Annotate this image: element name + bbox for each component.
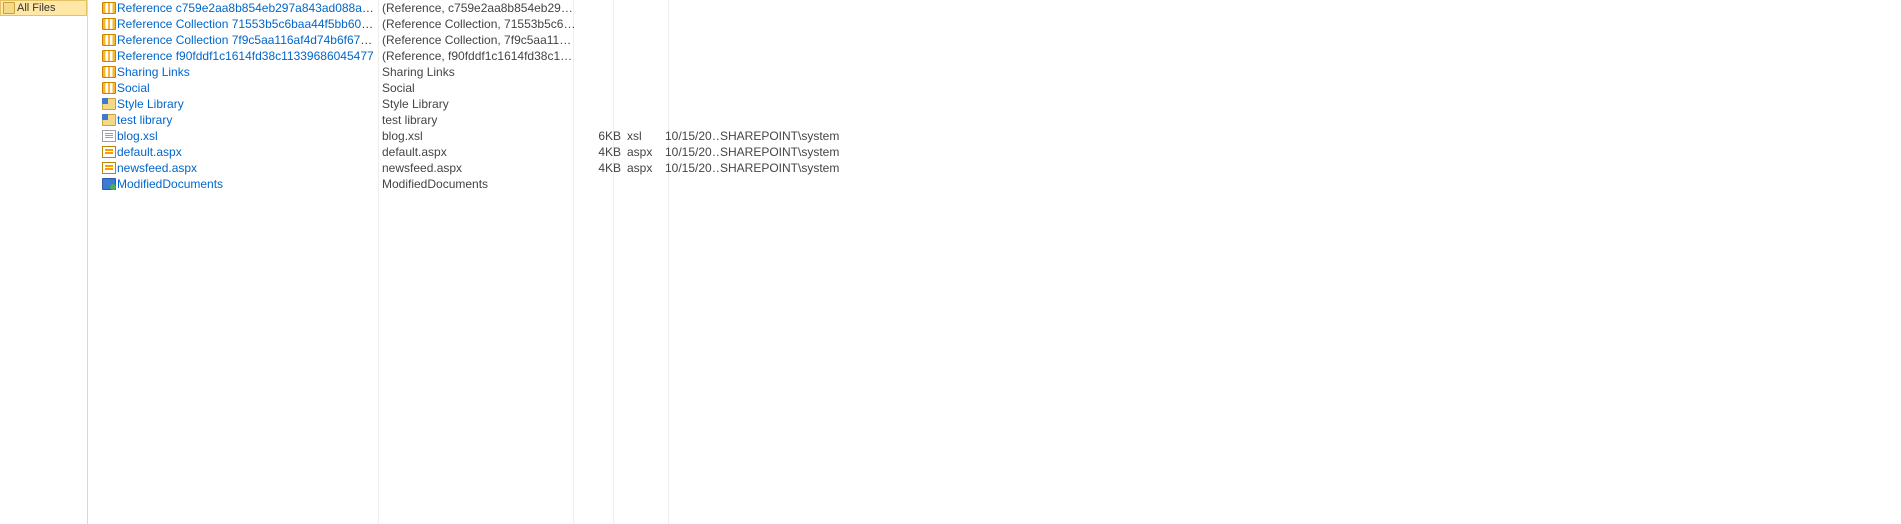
- row-title-cell: (Reference, f90fddf1c1614fd38c1…: [382, 48, 581, 64]
- modified-documents-icon: [102, 178, 116, 190]
- row-name-cell[interactable]: Style Library: [117, 96, 382, 112]
- folder-icon: [102, 66, 116, 78]
- row-size-cell: 4KB: [581, 144, 627, 160]
- row-name-cell[interactable]: Reference Collection 71553b5c6baa44f5bb6…: [117, 16, 382, 32]
- table-row[interactable]: test library test library: [88, 112, 1901, 128]
- folder-tree-sidebar[interactable]: All Files: [0, 0, 88, 524]
- table-row[interactable]: Reference Collection 71553b5c6baa44f5bb6…: [88, 16, 1901, 32]
- row-icon-cell: [88, 178, 117, 190]
- row-name-link[interactable]: test library: [117, 113, 172, 127]
- table-row[interactable]: blog.xslblog.xsl6KBxsl10/15/20…SHAREPOIN…: [88, 128, 1901, 144]
- file-icon: [102, 130, 116, 142]
- row-icon-cell: [88, 50, 117, 62]
- row-name-cell[interactable]: test library: [117, 112, 382, 128]
- folder-icon: [102, 50, 116, 62]
- row-name-cell[interactable]: newsfeed.aspx: [117, 160, 382, 176]
- folder-icon: [102, 82, 116, 94]
- row-name-link[interactable]: Reference Collection 7f9c5aa116af4d74b6f…: [117, 33, 382, 47]
- row-name-cell[interactable]: Reference f90fddf1c1614fd38c113396860454…: [117, 48, 382, 64]
- row-modifiedby-cell: SHAREPOINT\system: [720, 160, 870, 176]
- tree-item-label: All Files: [17, 1, 56, 15]
- row-name-cell[interactable]: blog.xsl: [117, 128, 382, 144]
- row-title-cell: ModifiedDocuments: [382, 176, 581, 192]
- row-icon-cell: [88, 98, 117, 110]
- row-title-cell: newsfeed.aspx: [382, 160, 581, 176]
- row-name-cell[interactable]: Sharing Links: [117, 64, 382, 80]
- folder-icon: [102, 2, 116, 14]
- file-list-panel[interactable]: Reference c759e2aa8b854eb297a843ad088ae0…: [88, 0, 1901, 524]
- row-icon-cell: [88, 66, 117, 78]
- row-icon-cell: [88, 18, 117, 30]
- row-type-cell: aspx: [627, 160, 665, 176]
- row-title-cell: (Reference Collection, 71553b5c6…: [382, 16, 581, 32]
- row-size-cell: 4KB: [581, 160, 627, 176]
- row-modified-cell: 10/15/20…: [665, 160, 720, 176]
- table-row[interactable]: Style Library Style Library: [88, 96, 1901, 112]
- table-row[interactable]: Social Social: [88, 80, 1901, 96]
- row-title-cell: Style Library: [382, 96, 581, 112]
- row-icon-cell: [88, 114, 117, 126]
- row-name-cell[interactable]: ModifiedDocuments: [117, 176, 382, 192]
- row-type-cell: xsl: [627, 128, 665, 144]
- aspx-file-icon: [102, 146, 116, 158]
- file-list: Reference c759e2aa8b854eb297a843ad088ae0…: [88, 0, 1901, 524]
- folder-icon: [3, 2, 15, 14]
- row-title-cell: Sharing Links: [382, 64, 581, 80]
- row-name-link[interactable]: newsfeed.aspx: [117, 161, 197, 175]
- table-row[interactable]: ModifiedDocuments ModifiedDocuments: [88, 176, 1901, 192]
- row-modifiedby-cell: SHAREPOINT\system: [720, 128, 870, 144]
- tree-item-all-files[interactable]: All Files: [0, 0, 87, 16]
- row-name-link[interactable]: Social: [117, 81, 150, 95]
- row-modified-cell: 10/15/20…: [665, 144, 720, 160]
- row-name-link[interactable]: ModifiedDocuments: [117, 177, 223, 191]
- row-icon-cell: [88, 82, 117, 94]
- row-name-cell[interactable]: default.aspx: [117, 144, 382, 160]
- table-row[interactable]: Reference c759e2aa8b854eb297a843ad088ae0…: [88, 0, 1901, 16]
- row-icon-cell: [88, 2, 117, 14]
- folder-icon: [102, 18, 116, 30]
- row-type-cell: aspx: [627, 144, 665, 160]
- folder-icon: [102, 34, 116, 46]
- row-name-cell[interactable]: Social: [117, 80, 382, 96]
- row-icon-cell: [88, 130, 117, 142]
- row-title-cell: blog.xsl: [382, 128, 581, 144]
- row-size-cell: 6KB: [581, 128, 627, 144]
- table-row[interactable]: newsfeed.aspxnewsfeed.aspx4KBaspx10/15/2…: [88, 160, 1901, 176]
- table-row[interactable]: Reference Collection 7f9c5aa116af4d74b6f…: [88, 32, 1901, 48]
- table-row[interactable]: Reference f90fddf1c1614fd38c113396860454…: [88, 48, 1901, 64]
- row-title-cell: test library: [382, 112, 581, 128]
- library-folder-icon: [102, 114, 116, 126]
- row-name-link[interactable]: Reference c759e2aa8b854eb297a843ad088ae0…: [117, 1, 382, 15]
- row-icon-cell: [88, 34, 117, 46]
- row-title-cell: Social: [382, 80, 581, 96]
- row-name-link[interactable]: Style Library: [117, 97, 184, 111]
- table-row[interactable]: default.aspxdefault.aspx4KBaspx10/15/20……: [88, 144, 1901, 160]
- row-title-cell: (Reference, c759e2aa8b854eb297…: [382, 0, 581, 16]
- row-title-cell: default.aspx: [382, 144, 581, 160]
- row-name-link[interactable]: Sharing Links: [117, 65, 190, 79]
- table-row[interactable]: Sharing Links Sharing Links: [88, 64, 1901, 80]
- row-modifiedby-cell: SHAREPOINT\system: [720, 144, 870, 160]
- library-folder-icon: [102, 98, 116, 110]
- app-root: All Files Reference c759e2aa8b854eb297a8…: [0, 0, 1901, 524]
- row-name-cell[interactable]: Reference c759e2aa8b854eb297a843ad088ae0…: [117, 0, 382, 16]
- row-name-link[interactable]: Reference Collection 71553b5c6baa44f5bb6…: [117, 17, 382, 31]
- row-name-cell[interactable]: Reference Collection 7f9c5aa116af4d74b6f…: [117, 32, 382, 48]
- row-name-link[interactable]: default.aspx: [117, 145, 182, 159]
- row-title-cell: (Reference Collection, 7f9c5aa11…: [382, 32, 581, 48]
- row-icon-cell: [88, 162, 117, 174]
- row-icon-cell: [88, 146, 117, 158]
- aspx-file-icon: [102, 162, 116, 174]
- row-name-link[interactable]: blog.xsl: [117, 129, 158, 143]
- row-name-link[interactable]: Reference f90fddf1c1614fd38c113396860454…: [117, 49, 374, 63]
- row-modified-cell: 10/15/20…: [665, 128, 720, 144]
